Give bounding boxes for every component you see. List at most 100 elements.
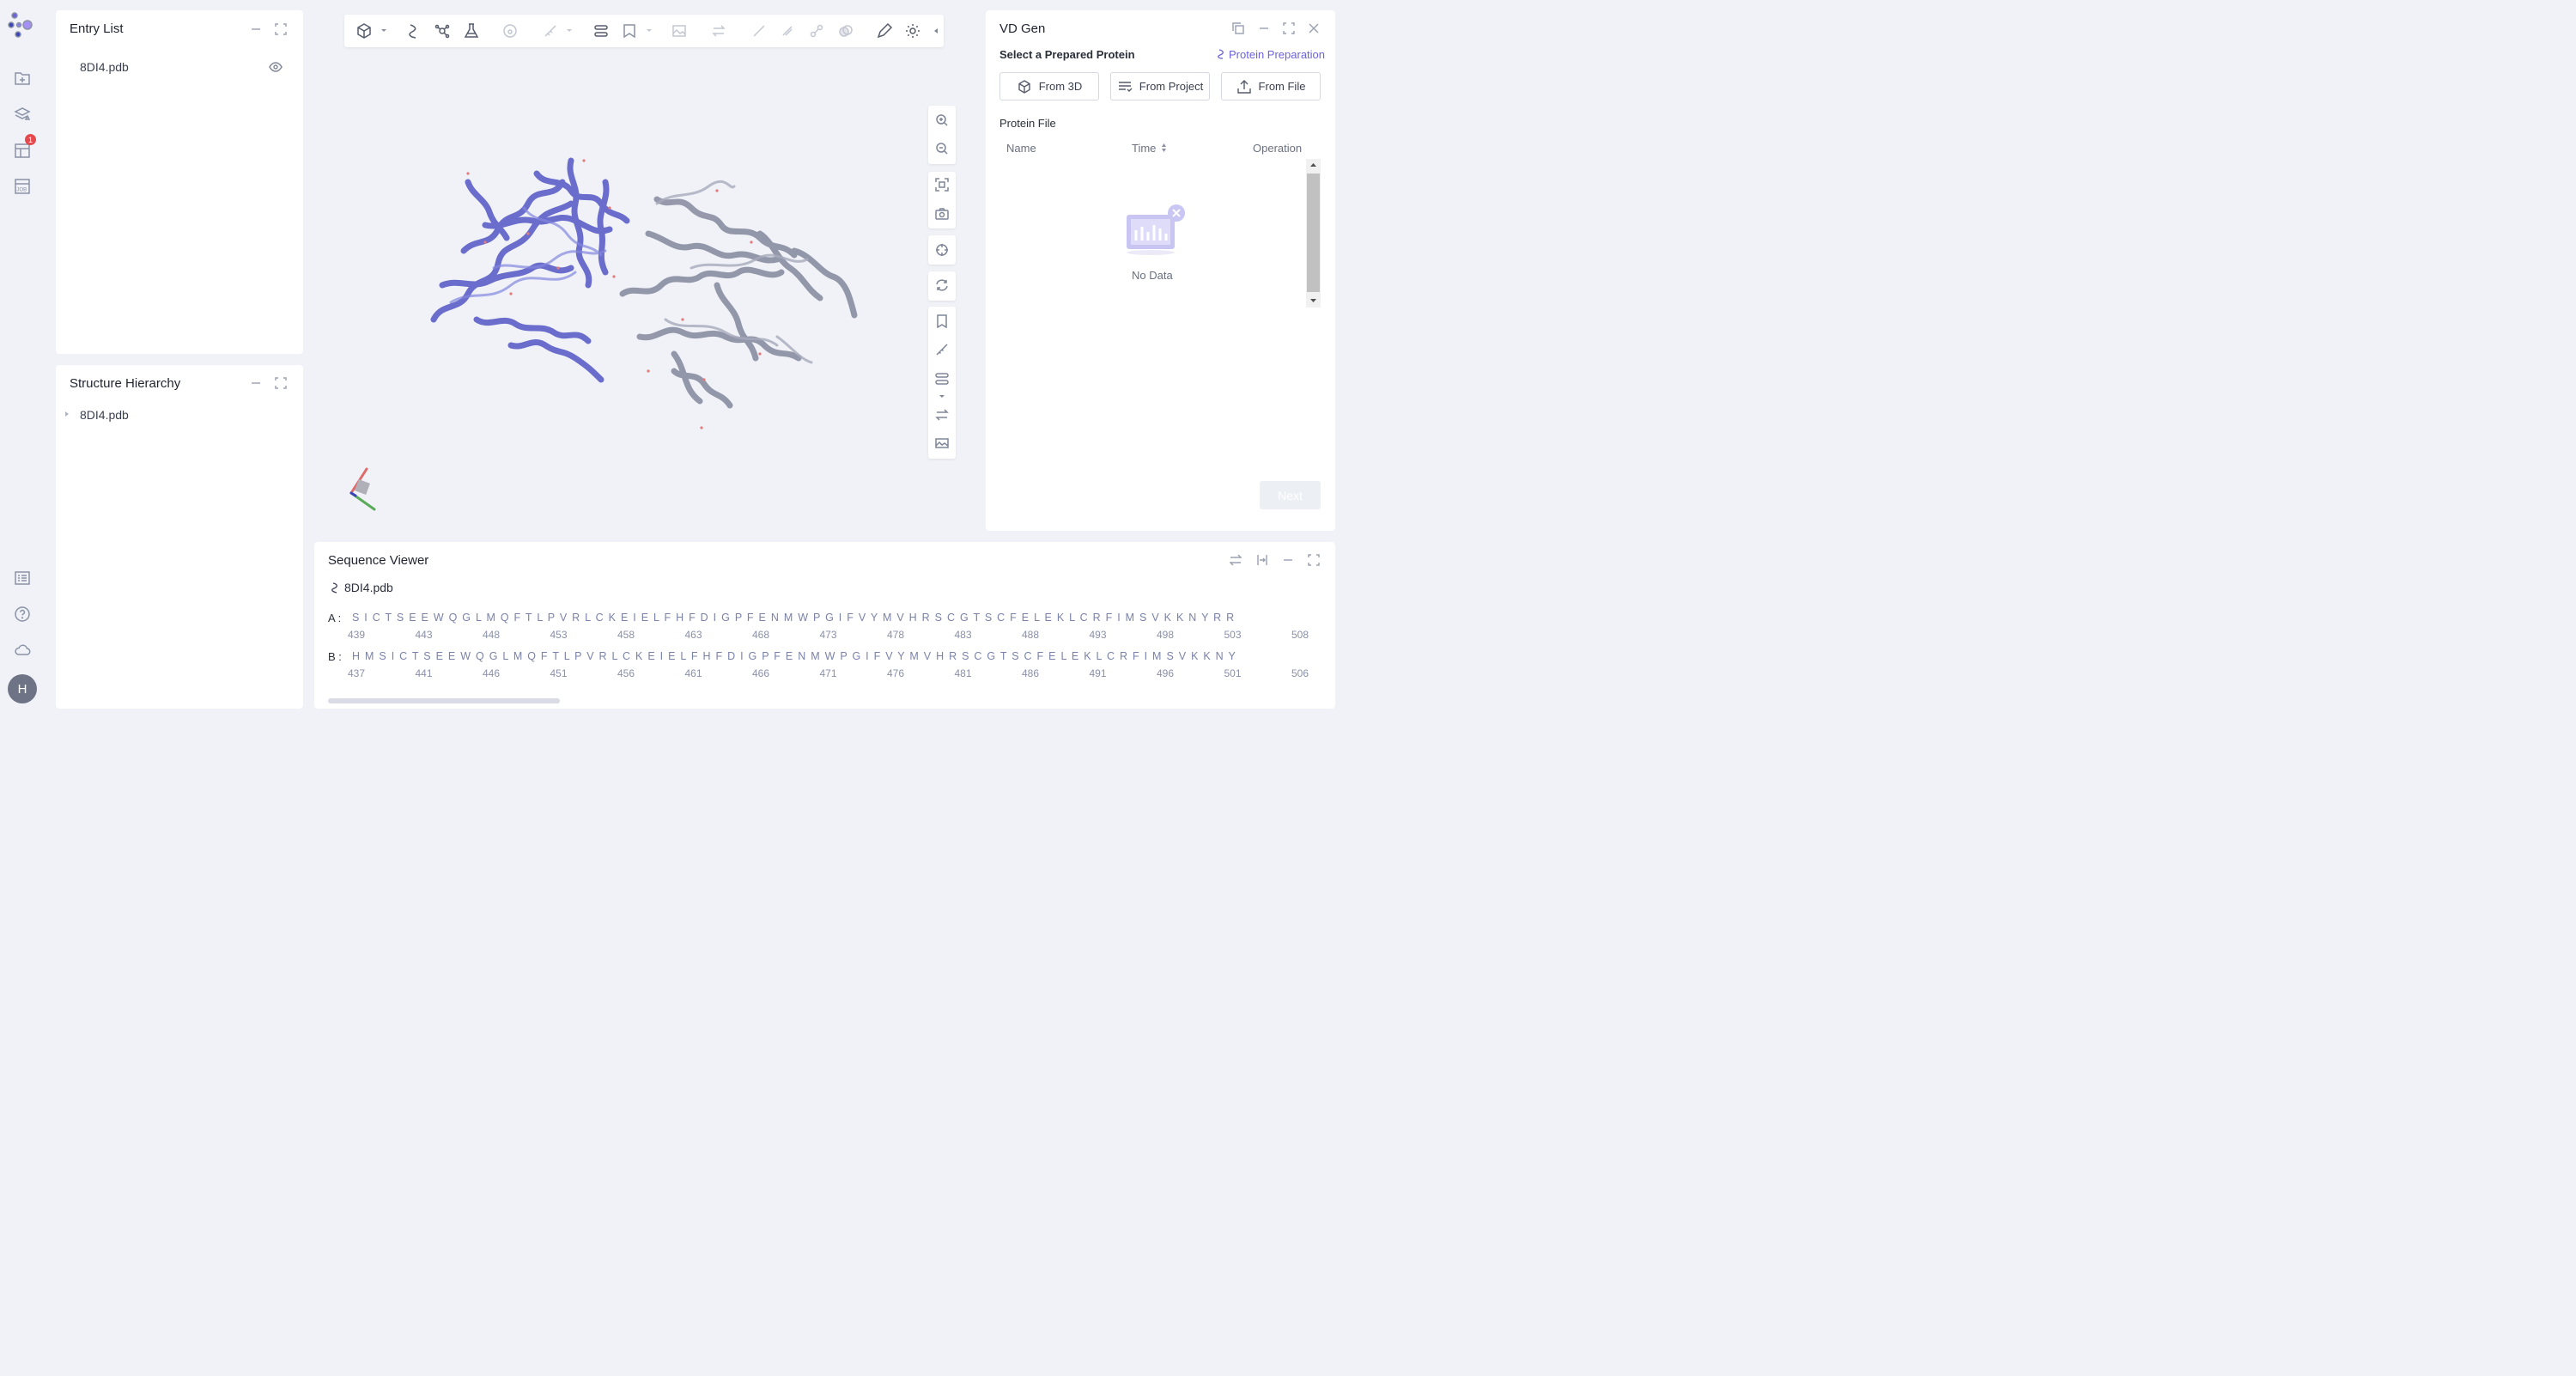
align-icon[interactable]: [1256, 554, 1268, 566]
zoom-tools: [928, 106, 956, 164]
image-icon[interactable]: [671, 22, 688, 40]
minimize-icon[interactable]: [250, 23, 262, 35]
zoom-out-icon[interactable]: [935, 142, 949, 155]
scroll-up-icon[interactable]: [1309, 162, 1317, 167]
protein-render: [349, 157, 858, 511]
scrollbar[interactable]: [1306, 159, 1321, 307]
chevron-down-icon[interactable]: [939, 394, 945, 399]
ribbon-icon: [331, 582, 337, 594]
maximize-icon[interactable]: [1283, 22, 1295, 34]
surface-icon[interactable]: [501, 22, 519, 40]
job-icon[interactable]: JOB: [13, 177, 32, 196]
fit-view-icon[interactable]: [935, 178, 949, 192]
minimize-icon[interactable]: [1258, 22, 1270, 34]
maximize-icon[interactable]: [1308, 554, 1320, 566]
minimize-icon[interactable]: [250, 377, 262, 389]
maximize-icon[interactable]: [275, 377, 287, 389]
scrollbar-thumb[interactable]: [1307, 174, 1320, 292]
new-project-icon[interactable]: [13, 69, 32, 88]
protein-preparation-link[interactable]: Protein Preparation: [1229, 48, 1325, 61]
residue-number: 443: [415, 629, 433, 641]
app-logo-icon[interactable]: [7, 10, 38, 41]
chevron-down-icon[interactable]: [380, 28, 387, 33]
button-label: From 3D: [1038, 80, 1083, 93]
flask-icon[interactable]: [463, 22, 480, 40]
from-file-button[interactable]: From File: [1221, 72, 1321, 100]
image-icon[interactable]: [935, 436, 949, 450]
caret-right-icon[interactable]: [64, 411, 70, 417]
panel-title: Structure Hierarchy: [70, 376, 181, 391]
swap-icon[interactable]: [710, 22, 727, 40]
gear-icon[interactable]: [904, 22, 921, 40]
hierarchy-item[interactable]: 8DI4.pdb: [80, 408, 129, 422]
line-icon[interactable]: [750, 22, 768, 40]
alignment-icon[interactable]: [592, 22, 610, 40]
chain-a-sequence[interactable]: S I C T S E E W Q G L M Q F T L P V R L …: [352, 612, 1234, 624]
svg-text:JOB: JOB: [17, 188, 27, 193]
ribbon-icon[interactable]: [405, 22, 422, 40]
bookmark-icon[interactable]: [621, 22, 638, 40]
residue-number: 453: [550, 629, 568, 641]
sequence-file-name: 8DI4.pdb: [344, 581, 393, 594]
rotate-icon[interactable]: [935, 278, 949, 292]
residue-number: 458: [617, 629, 635, 641]
eye-icon[interactable]: [269, 61, 283, 73]
upload-icon: [1236, 79, 1251, 94]
button-label: From Project: [1139, 80, 1204, 93]
measure-icon[interactable]: [935, 343, 949, 356]
minimize-icon[interactable]: [1282, 554, 1294, 566]
measure-icon[interactable]: [542, 22, 559, 40]
close-icon[interactable]: [1308, 22, 1320, 34]
select-protein-label: Select a Prepared Protein: [999, 48, 1135, 61]
residue-number: 478: [887, 629, 905, 641]
column-header-time[interactable]: Time: [1132, 142, 1156, 155]
layers-icon[interactable]: [13, 105, 32, 124]
chain-b-label: B :: [328, 650, 342, 663]
alignment-icon[interactable]: [935, 372, 949, 386]
residue-number: 501: [1224, 667, 1242, 679]
molecule-viewport[interactable]: [313, 10, 975, 536]
horizontal-scrollbar[interactable]: [328, 698, 560, 703]
molecule-icon[interactable]: [434, 22, 451, 40]
help-icon[interactable]: [13, 605, 32, 624]
collapse-left-icon[interactable]: [933, 27, 939, 34]
protein-file-label: Protein File: [999, 117, 1056, 130]
zoom-in-icon[interactable]: [935, 113, 949, 127]
dashboard-icon[interactable]: 1: [13, 134, 36, 160]
chevron-down-icon[interactable]: [566, 28, 573, 33]
next-button[interactable]: Next: [1260, 481, 1321, 509]
pencil-icon[interactable]: [876, 22, 893, 40]
center-tool: [928, 235, 956, 265]
from-3d-button[interactable]: From 3D: [999, 72, 1099, 100]
task-list-icon[interactable]: [13, 569, 32, 588]
entry-item[interactable]: 8DI4.pdb: [80, 60, 129, 74]
link-icon[interactable]: [808, 22, 825, 40]
residue-number: 483: [954, 629, 972, 641]
from-project-button[interactable]: From Project: [1110, 72, 1210, 100]
maximize-icon[interactable]: [275, 23, 287, 35]
slice-icon[interactable]: [779, 22, 796, 40]
user-avatar[interactable]: H: [8, 674, 37, 703]
cube-view-icon[interactable]: [355, 22, 373, 40]
sequence-viewer-panel: Sequence Viewer 8DI4.pdb: [314, 542, 1335, 709]
scroll-down-icon[interactable]: [1309, 298, 1317, 303]
residue-number: 451: [550, 667, 568, 679]
structure-hierarchy-panel: Structure Hierarchy 8DI4.pdb: [56, 365, 303, 709]
chevron-down-icon[interactable]: [646, 28, 653, 33]
popout-icon[interactable]: [1232, 22, 1244, 34]
residue-number: 473: [819, 629, 837, 641]
cube-icon: [1018, 79, 1030, 94]
empty-data-icon: [1127, 204, 1185, 255]
residue-number: 486: [1022, 667, 1040, 679]
camera-icon[interactable]: [935, 207, 949, 221]
swap-icon[interactable]: [935, 408, 949, 422]
swap-icon[interactable]: [1230, 554, 1242, 566]
list-icon: [1118, 81, 1133, 92]
crosshair-icon[interactable]: [935, 243, 949, 257]
cloud-icon[interactable]: [13, 641, 32, 660]
sort-icon[interactable]: [1161, 143, 1167, 153]
overlay-icon[interactable]: [837, 22, 854, 40]
chain-b-sequence[interactable]: H M S I C T S E E W Q G L M Q F T L P V …: [352, 650, 1236, 662]
column-header-name[interactable]: Name: [1006, 142, 1036, 155]
bookmark-icon[interactable]: [935, 314, 949, 329]
